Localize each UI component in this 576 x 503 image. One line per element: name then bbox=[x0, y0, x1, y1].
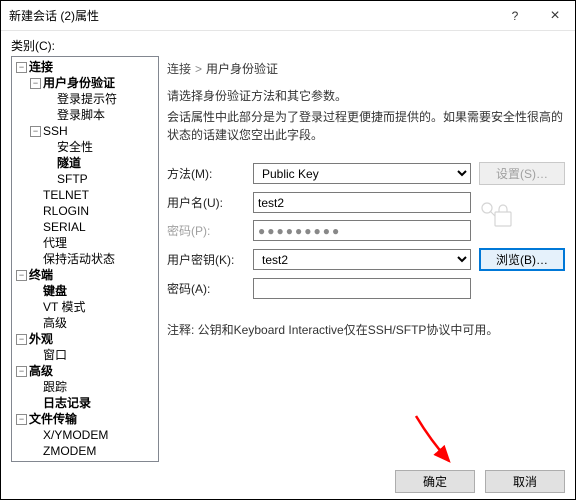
method-label: 方法(M): bbox=[167, 165, 245, 182]
description-1: 请选择身份验证方法和其它参数。 bbox=[167, 87, 565, 104]
tree-item-telnet[interactable]: TELNET bbox=[28, 187, 158, 203]
auth-form: 方法(M): Public Key 设置(S)… 用户名(U): 密码(P): … bbox=[167, 162, 565, 299]
breadcrumb: 连接 > 用户身份验证 bbox=[167, 56, 565, 87]
minus-icon: − bbox=[16, 366, 27, 377]
browse-button[interactable]: 浏览(B)… bbox=[479, 248, 565, 271]
help-icon: ? bbox=[512, 9, 519, 23]
description-2: 会话属性中此部分是为了登录过程更便捷而提供的。如果需要安全性很高的状态的话建议您… bbox=[167, 108, 565, 144]
tree-item-trace[interactable]: 跟踪 bbox=[28, 379, 158, 395]
settings-button: 设置(S)… bbox=[479, 162, 565, 185]
tree-item-tunnel[interactable]: 隧道 bbox=[42, 155, 158, 171]
category-label: 类别(C): bbox=[11, 37, 565, 54]
tree-item-login-prompt[interactable]: 登录提示符 bbox=[42, 91, 158, 107]
minus-icon: − bbox=[16, 414, 27, 425]
userkey-select[interactable]: test2 bbox=[253, 249, 471, 270]
password-label: 密码(P): bbox=[167, 222, 245, 239]
main-area: −连接 −用户身份验证 登录提示符 登录脚本 bbox=[11, 56, 565, 462]
window-title: 新建会话 (2)属性 bbox=[9, 7, 495, 24]
help-button[interactable]: ? bbox=[495, 1, 535, 31]
close-button[interactable]: × bbox=[535, 1, 575, 31]
tree-item-security[interactable]: 安全性 bbox=[42, 139, 158, 155]
tree-item-serial[interactable]: SERIAL bbox=[28, 219, 158, 235]
method-select[interactable]: Public Key bbox=[253, 163, 471, 184]
tree-item-xymodem[interactable]: X/YMODEM bbox=[28, 427, 158, 443]
minus-icon: − bbox=[16, 334, 27, 345]
crumb-root: 连接 bbox=[167, 62, 191, 76]
tree-item-auth[interactable]: −用户身份验证 bbox=[28, 75, 158, 91]
content-panel: 连接 > 用户身份验证 请选择身份验证方法和其它参数。 会话属性中此部分是为了登录过… bbox=[167, 56, 565, 462]
passphrase-input[interactable] bbox=[253, 278, 471, 299]
close-icon: × bbox=[550, 7, 559, 25]
minus-icon: − bbox=[30, 126, 41, 137]
username-label: 用户名(U): bbox=[167, 194, 245, 211]
category-tree[interactable]: −连接 −用户身份验证 登录提示符 登录脚本 bbox=[11, 56, 159, 462]
cancel-button[interactable]: 取消 bbox=[485, 470, 565, 493]
passphrase-label: 密码(A): bbox=[167, 280, 245, 297]
note-text: 注释: 公钥和Keyboard Interactive仅在SSH/SFTP协议中… bbox=[167, 321, 565, 338]
minus-icon: − bbox=[30, 78, 41, 89]
tree-item-keyboard[interactable]: 键盘 bbox=[28, 283, 158, 299]
tree-item-advanced[interactable]: 高级 bbox=[28, 315, 158, 331]
tree-item-rlogin[interactable]: RLOGIN bbox=[28, 203, 158, 219]
tree-item-ssh[interactable]: −SSH bbox=[28, 123, 158, 139]
title-bar: 新建会话 (2)属性 ? × bbox=[1, 1, 575, 31]
system-buttons: ? × bbox=[495, 1, 575, 31]
tree-item-sftp[interactable]: SFTP bbox=[42, 171, 158, 187]
chevron-right-icon: > bbox=[195, 62, 202, 76]
ok-button[interactable]: 确定 bbox=[395, 470, 475, 493]
tree-item-zmodem[interactable]: ZMODEM bbox=[28, 443, 158, 459]
tree-item-log[interactable]: 日志记录 bbox=[28, 395, 158, 411]
tree-item-file-transfer[interactable]: −文件传输 bbox=[14, 411, 158, 427]
tree-item-proxy[interactable]: 代理 bbox=[28, 235, 158, 251]
dialog-window: 新建会话 (2)属性 ? × 类别(C): −连接 −用户身份验证 bbox=[0, 0, 576, 500]
crumb-current: 用户身份验证 bbox=[206, 62, 278, 76]
tree-item-advanced2[interactable]: −高级 bbox=[14, 363, 158, 379]
tree-item-terminal[interactable]: −终端 bbox=[14, 267, 158, 283]
password-input bbox=[253, 220, 471, 241]
minus-icon: − bbox=[16, 62, 27, 73]
tree-item-keep-alive[interactable]: 保持活动状态 bbox=[28, 251, 158, 267]
tree-item-login-script[interactable]: 登录脚本 bbox=[42, 107, 158, 123]
tree-item-appearance[interactable]: −外观 bbox=[14, 331, 158, 347]
username-input[interactable] bbox=[253, 192, 471, 213]
dialog-footer: 确定 取消 bbox=[11, 462, 565, 493]
tree-item-vt[interactable]: VT 模式 bbox=[28, 299, 158, 315]
userkey-label: 用户密钥(K): bbox=[167, 251, 245, 268]
tree-item-connection[interactable]: −连接 bbox=[14, 59, 158, 75]
minus-icon: − bbox=[16, 270, 27, 281]
key-icon bbox=[479, 200, 513, 233]
dialog-body: 类别(C): −连接 −用户身份验证 登录提示符 登录脚本 bbox=[1, 31, 575, 503]
tree-item-window[interactable]: 窗口 bbox=[28, 347, 158, 363]
